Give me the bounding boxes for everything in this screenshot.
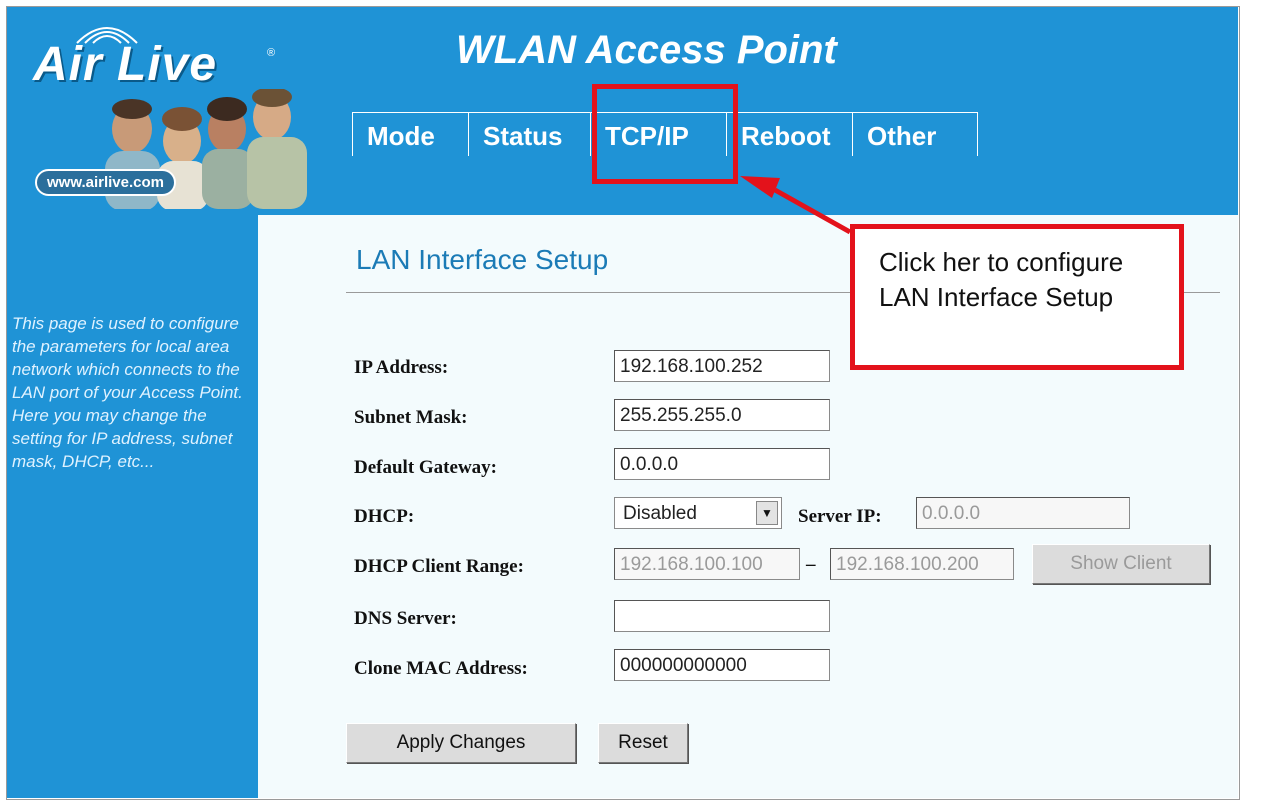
callout-text: Click her to configure LAN Interface Set… — [879, 247, 1124, 312]
annotation-callout: Click her to configure LAN Interface Set… — [850, 224, 1184, 370]
annotation-arrow-icon — [740, 176, 852, 235]
